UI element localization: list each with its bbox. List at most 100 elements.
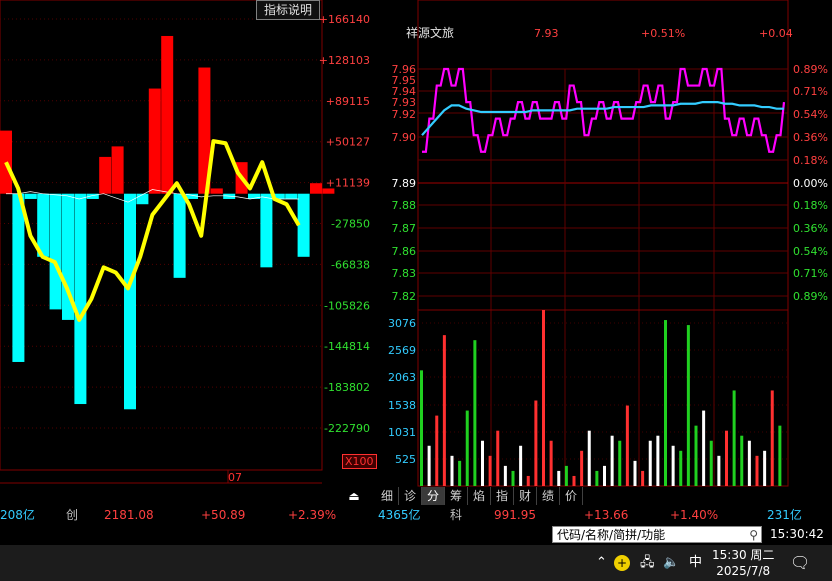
stock-search-input[interactable]: 代码/名称/简拼/功能 ⚲ — [552, 526, 762, 543]
volume-bar — [694, 425, 698, 486]
ticker-amount-3: 231亿 — [767, 508, 802, 522]
tab-4[interactable]: 焰 — [468, 487, 491, 505]
volume-bar — [679, 450, 683, 486]
flow-bar — [99, 156, 112, 194]
volume-bar — [671, 445, 675, 486]
ticker-value-star: 991.95 — [494, 508, 536, 522]
tab-5[interactable]: 指 — [491, 487, 514, 505]
volume-bar — [488, 455, 492, 486]
volume-bar — [633, 460, 637, 486]
volume-axis-label: 1031 — [388, 426, 416, 439]
flow-bar — [111, 146, 124, 194]
ticker-value-chinext: 2181.08 — [104, 508, 154, 522]
volume-bar — [542, 310, 545, 486]
volume-bar — [763, 450, 767, 486]
volume-bar — [481, 440, 484, 486]
network-icon[interactable]: 🖧 — [640, 545, 655, 581]
flow-bar — [310, 183, 322, 194]
status-clock: 15:30:42 — [770, 527, 824, 541]
y-axis-label: +11139 — [326, 177, 370, 190]
volume-bar — [435, 415, 439, 486]
y-axis-label: -27850 — [331, 218, 370, 231]
pct-axis-label: 0.36% — [793, 222, 828, 235]
pct-axis-label: 0.54% — [793, 108, 828, 121]
volume-bar — [603, 465, 606, 486]
volume-bar — [664, 320, 667, 486]
volume-axis-label: 525 — [395, 453, 416, 466]
y-axis-label: -222790 — [324, 422, 370, 435]
price-axis-label: 7.89 — [392, 177, 417, 190]
x-scale-badge: X100 — [342, 454, 377, 469]
intraday-chart[interactable]: 7.967.957.947.937.927.907.897.887.877.86… — [376, 0, 832, 487]
app-tray-icon[interactable]: + — [614, 545, 630, 581]
volume-bar — [656, 435, 660, 486]
price-axis-label: 7.88 — [392, 199, 417, 212]
ime-indicator[interactable]: 中 — [689, 545, 702, 581]
indicator-info-button[interactable]: 指标说明 — [256, 0, 320, 20]
volume-bar — [709, 440, 713, 486]
y-axis-label: +89115 — [326, 95, 370, 108]
volume-bar — [503, 465, 507, 486]
search-placeholder: 代码/名称/简拼/功能 — [557, 528, 666, 542]
volume-bar — [465, 410, 469, 486]
ticker-name-star[interactable]: 科 — [450, 505, 462, 525]
bottom-tabs: 细诊分筹焰指财绩价 — [376, 487, 583, 505]
volume-bar — [580, 450, 584, 486]
volume-bar — [610, 435, 614, 486]
pct-axis-label: 0.89% — [793, 290, 828, 303]
ticker-name-chinext[interactable]: 创 — [66, 505, 78, 525]
volume-icon[interactable]: 🔈 — [663, 545, 679, 581]
tab-1[interactable]: 诊 — [399, 487, 422, 505]
volume-bar — [641, 470, 645, 486]
tab-8[interactable]: 价 — [560, 487, 583, 505]
fund-flow-chart[interactable]: +166140 +128103 +89115 +50127 +11139 -27850 -6… — [0, 0, 376, 487]
tab-6[interactable]: 财 — [514, 487, 537, 505]
volume-bar — [458, 460, 462, 486]
y-axis-label: +128103 — [319, 54, 370, 67]
flow-bar — [161, 35, 174, 194]
volume-bar — [686, 325, 690, 486]
tab-7[interactable]: 绩 — [537, 487, 560, 505]
ticker-change-chinext: +50.89 — [201, 508, 246, 522]
y-axis-label: -105826 — [324, 299, 370, 312]
volume-bar — [702, 410, 706, 486]
volume-bar — [526, 475, 530, 486]
ticker-amount-1: 208亿 — [0, 508, 35, 522]
pct-axis-label: 0.71% — [793, 85, 828, 98]
search-icon[interactable]: ⚲ — [749, 527, 758, 544]
stock-change: +0.04 — [759, 27, 793, 40]
volume-bar — [618, 440, 622, 486]
volume-bar — [740, 435, 744, 486]
export-icon[interactable]: ⏏ — [347, 489, 361, 503]
notification-icon[interactable]: 🗨 — [790, 545, 810, 581]
flow-bar — [24, 193, 37, 199]
tab-2[interactable]: 分 — [422, 487, 445, 505]
y-axis-label: -66838 — [331, 258, 370, 271]
taskbar-time: 15:30 周二 — [712, 548, 775, 562]
ticker-pct-star: +1.40% — [670, 508, 719, 522]
tab-3[interactable]: 筹 — [445, 487, 468, 505]
ticker-change-star: +13.66 — [584, 508, 629, 522]
volume-bar — [587, 430, 591, 486]
stock-price: 7.93 — [534, 27, 559, 40]
price-axis-label: 7.83 — [392, 267, 417, 280]
volume-bar — [534, 400, 538, 486]
volume-bar — [732, 390, 736, 486]
taskbar-clock[interactable]: 15:30 周二 2025/7/8 — [712, 547, 774, 579]
flow-bar — [49, 193, 62, 310]
price-axis-label: 7.92 — [392, 108, 417, 121]
volume-bar — [549, 440, 553, 486]
pct-axis-label: 0.89% — [793, 63, 828, 76]
volume-axis-label: 2569 — [388, 344, 416, 357]
price-axis-label: 7.82 — [392, 290, 417, 303]
volume-bar — [496, 430, 500, 486]
tab-0[interactable]: 细 — [376, 487, 399, 505]
price-axis-label: 7.90 — [392, 131, 417, 144]
volume-bar — [511, 470, 515, 486]
volume-bar — [747, 440, 751, 486]
volume-axis-label: 3076 — [388, 317, 416, 330]
volume-bar — [717, 455, 721, 486]
overflow-chevron-icon[interactable]: ⌃ — [596, 545, 607, 581]
flow-bar — [210, 188, 223, 194]
taskbar: ⌃ + 🖧 🔈 中 15:30 周二 2025/7/8 🗨 — [0, 545, 832, 581]
